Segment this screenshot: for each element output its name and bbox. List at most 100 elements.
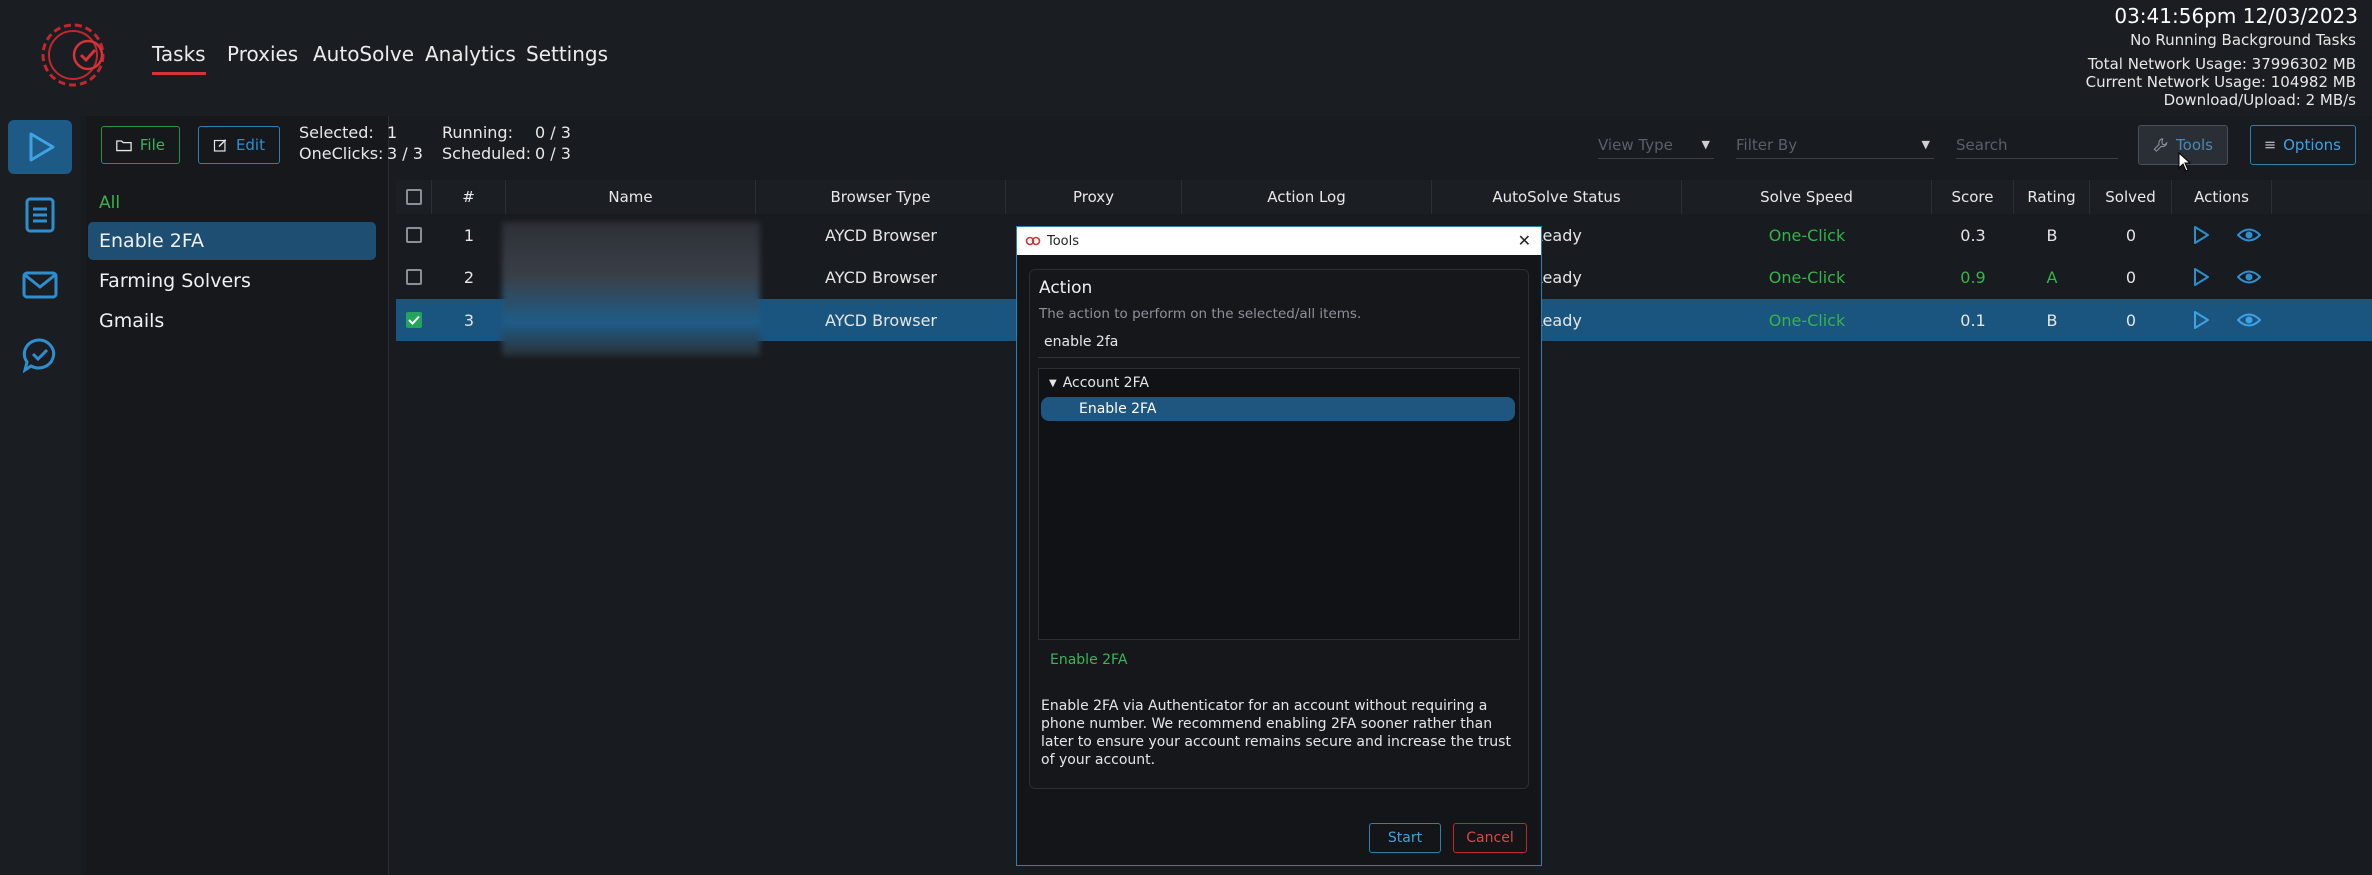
column-header[interactable]: Actions xyxy=(2172,180,2272,214)
row-solve-speed: One-Click xyxy=(1768,267,1846,287)
play-icon xyxy=(2194,311,2209,329)
options-button[interactable]: Options xyxy=(2250,125,2356,165)
selected-count: 1 xyxy=(387,123,398,142)
row-solved: 0 xyxy=(2125,267,2137,287)
action-subtitle: The action to perform on the selected/al… xyxy=(1039,306,1362,322)
row-play-button[interactable] xyxy=(2188,214,2214,256)
group-farming-solvers[interactable]: Farming Solvers xyxy=(88,262,376,300)
row-solve-speed: One-Click xyxy=(1768,310,1846,330)
column-header[interactable]: AutoSolve Status xyxy=(1432,180,1682,214)
total-network-usage: Total Network Usage: 37996302 MB xyxy=(2087,55,2356,73)
filter-by-label: Filter By xyxy=(1736,135,1798,154)
view-type-select[interactable]: View Type ▼ xyxy=(1598,131,1714,159)
folder-icon xyxy=(116,140,132,152)
row-view-button[interactable] xyxy=(2234,256,2264,298)
search-input[interactable]: Search xyxy=(1956,131,2118,159)
current-network-usage: Current Network Usage: 104982 MB xyxy=(2085,73,2356,91)
rail-chat-button[interactable] xyxy=(8,328,72,382)
edit-button-label: Edit xyxy=(235,136,265,154)
group-gmails[interactable]: Gmails xyxy=(88,302,376,340)
rail-mail-button[interactable] xyxy=(8,258,72,312)
row-number: 1 xyxy=(463,225,475,245)
row-checkbox[interactable] xyxy=(406,227,422,243)
column-header[interactable]: Rating xyxy=(2014,180,2090,214)
mouse-cursor-icon xyxy=(2178,151,2192,172)
cancel-button[interactable]: Cancel xyxy=(1453,823,1527,853)
select-all-checkbox[interactable] xyxy=(405,189,422,205)
tree-group-label: Account 2FA xyxy=(1062,375,1149,391)
group-enable-2fa[interactable]: Enable 2FA xyxy=(88,222,376,260)
row-play-button[interactable] xyxy=(2188,256,2214,298)
document-icon xyxy=(25,197,55,233)
row-score: 0.3 xyxy=(1960,225,1986,245)
file-button[interactable]: File xyxy=(101,126,180,164)
action-description: Enable 2FA via Authenticator for an acco… xyxy=(1041,698,1511,768)
row-number: 2 xyxy=(463,267,475,287)
eye-icon xyxy=(2237,270,2261,284)
eye-icon xyxy=(2237,313,2261,327)
play-icon xyxy=(2194,268,2209,286)
row-view-button[interactable] xyxy=(2234,214,2264,256)
row-browser-type: AYCD Browser xyxy=(824,225,937,245)
chat-check-icon xyxy=(22,338,56,373)
row-checkbox-cell xyxy=(396,214,432,256)
column-header[interactable]: Solve Speed xyxy=(1682,180,1932,214)
filter-by-select[interactable]: Filter By ▼ xyxy=(1736,131,1934,159)
tree-item-enable-2fa[interactable]: Enable 2FA xyxy=(1041,397,1515,421)
start-button[interactable]: Start xyxy=(1369,823,1441,853)
dialog-title: Tools xyxy=(1047,233,1080,249)
tab-analytics[interactable]: Analytics xyxy=(425,42,516,66)
menu-icon xyxy=(2265,141,2275,149)
play-icon xyxy=(29,132,55,162)
action-tree: ▼ Account 2FA Enable 2FA xyxy=(1038,368,1520,640)
play-icon xyxy=(2194,226,2209,244)
action-search-input[interactable]: enable 2fa xyxy=(1038,326,1520,358)
row-play-button[interactable] xyxy=(2188,299,2214,341)
rail-documents-button[interactable] xyxy=(8,188,72,242)
column-header[interactable]: Browser Type xyxy=(756,180,1006,214)
column-header[interactable]: # xyxy=(432,180,506,214)
view-type-label: View Type xyxy=(1598,135,1673,154)
rail-tasks-button[interactable] xyxy=(8,120,72,174)
tab-tasks[interactable]: Tasks xyxy=(152,42,206,75)
group-sidebar: All Enable 2FA Farming Solvers Gmails xyxy=(86,116,389,875)
scheduled-label: Scheduled: xyxy=(442,144,532,163)
row-number: 3 xyxy=(463,310,475,330)
row-checkbox[interactable] xyxy=(406,269,422,285)
dialog-title-bar: Tools ✕ xyxy=(1017,227,1541,255)
tree-group-account-2fa[interactable]: ▼ Account 2FA xyxy=(1049,375,1149,391)
tab-autosolve[interactable]: AutoSolve xyxy=(313,42,414,66)
redacted-names xyxy=(502,222,760,356)
download-upload-rate: Download/Upload: 2 MB/s xyxy=(2163,91,2356,109)
eye-icon xyxy=(2237,228,2261,242)
edit-button[interactable]: Edit xyxy=(198,126,280,164)
row-checkbox-cell xyxy=(396,256,432,298)
row-solved: 0 xyxy=(2125,310,2137,330)
running-count: 0 / 3 xyxy=(535,123,571,142)
row-rating: B xyxy=(2046,310,2058,330)
column-header[interactable]: Proxy xyxy=(1006,180,1182,214)
file-button-label: File xyxy=(139,136,165,154)
row-score: 0.1 xyxy=(1960,310,1986,330)
group-all[interactable]: All xyxy=(88,184,376,222)
chevron-down-icon: ▼ xyxy=(1701,138,1710,151)
triangle-down-icon: ▼ xyxy=(1049,377,1057,389)
oneclicks-count: 3 / 3 xyxy=(387,144,423,163)
row-rating: A xyxy=(2046,267,2058,287)
tab-settings[interactable]: Settings xyxy=(526,42,608,66)
tools-dialog: Tools ✕ Action The action to perform on … xyxy=(1016,226,1542,866)
table-header: # Name Browser Type Proxy Action Log Aut… xyxy=(396,180,2372,214)
row-solve-speed: One-Click xyxy=(1768,225,1846,245)
running-label: Running: xyxy=(442,123,513,142)
column-header[interactable]: Action Log xyxy=(1182,180,1432,214)
close-icon[interactable]: ✕ xyxy=(1518,231,1531,250)
search-placeholder: Search xyxy=(1956,135,2008,154)
column-header[interactable]: Score xyxy=(1932,180,2014,214)
column-header[interactable]: Name xyxy=(506,180,756,214)
select-all-cell xyxy=(396,180,432,214)
row-view-button[interactable] xyxy=(2234,299,2264,341)
row-checkbox[interactable] xyxy=(406,312,422,328)
tab-proxies[interactable]: Proxies xyxy=(227,42,298,66)
edit-icon xyxy=(213,139,227,152)
column-header[interactable]: Solved xyxy=(2090,180,2172,214)
